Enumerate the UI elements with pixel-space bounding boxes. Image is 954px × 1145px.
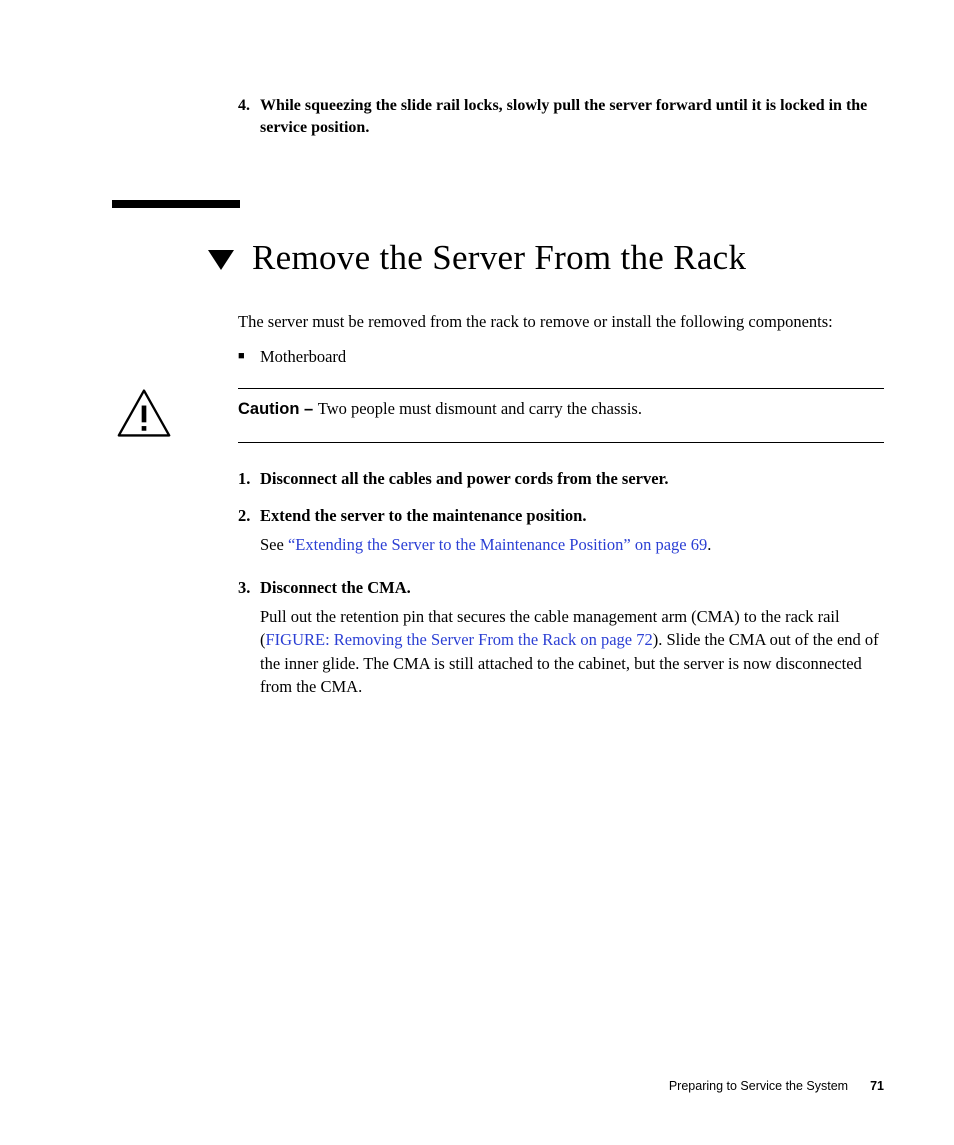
page-footer: Preparing to Service the System 71 <box>669 1079 884 1093</box>
bullet-marker-icon: ■ <box>238 345 260 368</box>
caution-text: Caution – Two people must dismount and c… <box>238 397 884 421</box>
step-number: 3. <box>238 576 260 709</box>
triangle-down-icon <box>208 250 234 270</box>
caution-block: Caution – Two people must dismount and c… <box>112 388 884 443</box>
section-rule <box>112 200 240 208</box>
cross-reference-link[interactable]: “Extending the Server to the Maintenance… <box>288 535 707 554</box>
step-title: Extend the server to the maintenance pos… <box>260 504 884 527</box>
caution-body: Two people must dismount and carry the c… <box>318 399 642 418</box>
section-title: Remove the Server From the Rack <box>252 238 746 278</box>
step-number: 1. <box>238 467 260 496</box>
caution-label: Caution – <box>238 400 318 418</box>
step-title: Disconnect the CMA. <box>260 576 884 599</box>
section-intro: The server must be removed from the rack… <box>238 310 884 333</box>
step-number: 2. <box>238 504 260 568</box>
footer-chapter: Preparing to Service the System <box>669 1079 848 1093</box>
bullet-text: Motherboard <box>260 345 346 368</box>
step-number: 4. <box>238 95 260 140</box>
step-1: 1. Disconnect all the cables and power c… <box>238 467 884 496</box>
caution-triangle-icon <box>116 388 172 443</box>
para-text-after: . <box>707 535 711 554</box>
step-paragraph: See “Extending the Server to the Mainten… <box>260 533 884 556</box>
step-title: Disconnect all the cables and power cord… <box>260 467 884 490</box>
para-text-before: See <box>260 535 288 554</box>
footer-page-number: 71 <box>870 1079 884 1093</box>
previous-step-4: 4. While squeezing the slide rail locks,… <box>238 95 884 140</box>
bullet-list: ■ Motherboard <box>238 345 884 368</box>
step-paragraph: Pull out the retention pin that secures … <box>260 605 884 697</box>
cross-reference-link[interactable]: FIGURE: Removing the Server From the Rac… <box>266 630 653 649</box>
section-heading: Remove the Server From the Rack <box>208 238 884 278</box>
step-3: 3. Disconnect the CMA. Pull out the rete… <box>238 576 884 709</box>
list-item: ■ Motherboard <box>238 345 884 368</box>
step-2: 2. Extend the server to the maintenance … <box>238 504 884 568</box>
step-text: While squeezing the slide rail locks, sl… <box>260 95 884 140</box>
